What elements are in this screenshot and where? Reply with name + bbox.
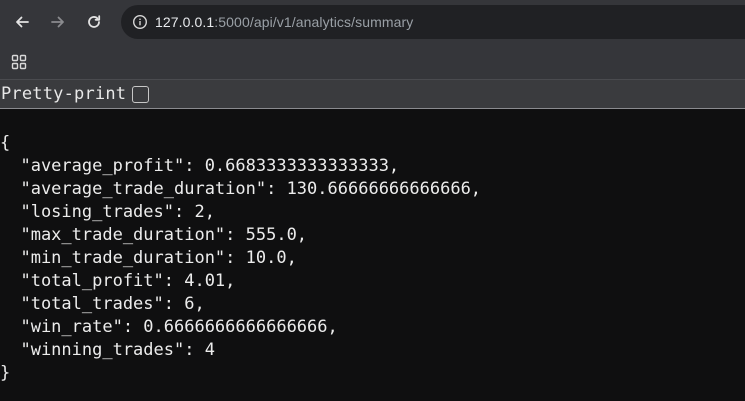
reload-button[interactable] xyxy=(80,8,108,36)
url-text[interactable]: 127.0.0.1:5000/api/v1/analytics/summary xyxy=(155,14,413,30)
apps-grid-icon xyxy=(11,54,27,70)
apps-button[interactable] xyxy=(9,52,29,72)
address-bar[interactable]: 127.0.0.1:5000/api/v1/analytics/summary xyxy=(121,5,745,39)
bookmarks-bar xyxy=(0,44,745,80)
site-info-button[interactable] xyxy=(129,11,151,33)
pretty-print-bar: Pretty-print xyxy=(0,80,745,109)
site-info-icon xyxy=(132,14,148,30)
browser-toolbar: 127.0.0.1:5000/api/v1/analytics/summary xyxy=(0,0,745,44)
forward-button[interactable] xyxy=(44,8,72,36)
url-path: :5000/api/v1/analytics/summary xyxy=(214,14,414,30)
json-content: { "average_profit": 0.6683333333333333, … xyxy=(0,133,482,383)
reload-icon xyxy=(88,15,101,28)
pretty-print-checkbox[interactable] xyxy=(132,85,150,103)
json-viewer: { "average_profit": 0.6683333333333333, … xyxy=(0,110,745,401)
back-button[interactable] xyxy=(8,8,36,36)
arrow-right-icon xyxy=(51,16,64,28)
arrow-left-icon xyxy=(16,16,29,28)
pretty-print-label: Pretty-print xyxy=(1,84,127,104)
url-host: 127.0.0.1 xyxy=(155,14,215,30)
